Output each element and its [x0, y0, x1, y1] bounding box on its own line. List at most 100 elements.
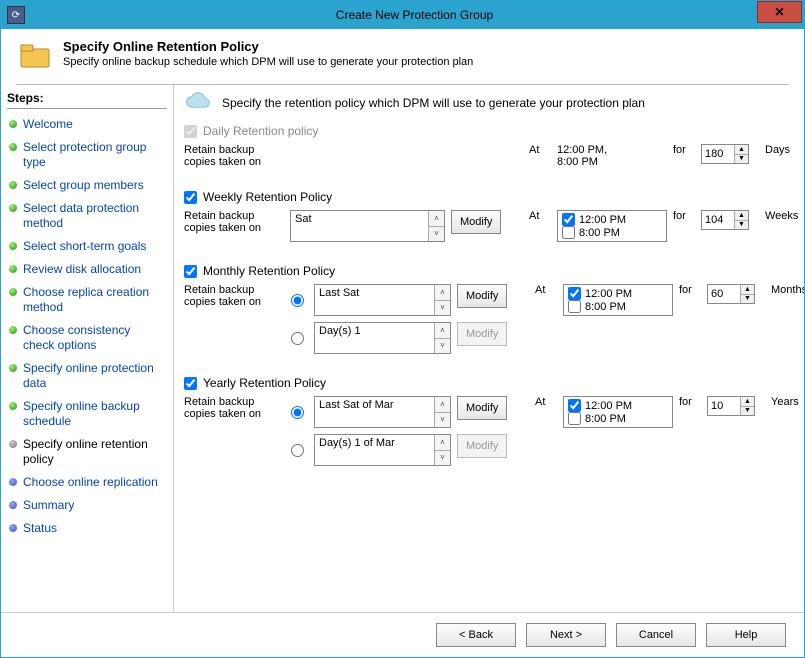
step-label: Specify online protection data	[23, 361, 165, 391]
yearly-value-spinner[interactable]: ▲▼	[707, 396, 755, 416]
daily-retain-label: Retain backup copies taken on	[184, 144, 284, 168]
step-bullet-icon	[9, 120, 17, 128]
step-label: Specify online retention policy	[23, 437, 165, 467]
step-bullet-icon	[9, 204, 17, 212]
weekly-for-label: for	[673, 210, 695, 222]
weekly-value-spinner[interactable]: ▲▼	[701, 210, 749, 230]
daily-for-label: for	[673, 144, 695, 156]
daily-check-row: Daily Retention policy	[184, 124, 790, 138]
daily-checkbox	[184, 125, 197, 138]
weekly-at-label: At	[529, 210, 551, 222]
sidebar-step-2[interactable]: Select group members	[7, 174, 167, 197]
yearly-modify-button-2: Modify	[457, 434, 507, 458]
weekly-retain-label: Retain backup copies taken on	[184, 210, 284, 234]
daily-value-spinner[interactable]: ▲▼	[701, 144, 749, 164]
monthly-time1-check[interactable]	[568, 287, 581, 300]
monthly-row1: Retain backup copies taken on Last Sat ˄…	[184, 284, 790, 316]
monthly-value-spinner[interactable]: ▲▼	[707, 284, 755, 304]
weekly-time2-check[interactable]	[562, 226, 575, 239]
step-label: Select data protection method	[23, 201, 165, 231]
monthly-modify-button-2: Modify	[457, 322, 507, 346]
monthly-times: 12:00 PM 8:00 PM	[563, 284, 673, 316]
app-icon: ⟳	[7, 6, 25, 24]
yearly-row2: Day(s) 1 of Mar ˄˅ Modify	[184, 434, 790, 466]
sidebar-step-3[interactable]: Select data protection method	[7, 197, 167, 235]
monthly-radio-1[interactable]	[291, 294, 304, 307]
yearly-row1: Retain backup copies taken on Last Sat o…	[184, 396, 790, 428]
help-button[interactable]: Help	[706, 623, 786, 647]
monthly-radio-2[interactable]	[291, 332, 304, 345]
yearly-check-label: Yearly Retention Policy	[203, 376, 326, 390]
spin-down-icon[interactable]: ▼	[735, 155, 748, 164]
monthly-select-2[interactable]: Day(s) 1 ˄˅	[314, 322, 451, 354]
step-bullet-icon	[9, 326, 17, 334]
weekly-time1-check[interactable]	[562, 213, 575, 226]
step-bullet-icon	[9, 364, 17, 372]
daily-row: Retain backup copies taken on At 12:00 P…	[184, 144, 790, 168]
sidebar-step-9[interactable]: Specify online backup schedule	[7, 395, 167, 433]
header: Specify Online Retention Policy Specify …	[1, 29, 804, 80]
step-label: Choose replica creation method	[23, 285, 165, 315]
weekly-checkbox[interactable]	[184, 191, 197, 204]
monthly-check-row: Monthly Retention Policy	[184, 264, 790, 278]
sidebar-step-8[interactable]: Specify online protection data	[7, 357, 167, 395]
titlebar: ⟳ Create New Protection Group ✕	[1, 1, 804, 29]
weekly-value-input[interactable]	[702, 211, 734, 229]
yearly-checkbox[interactable]	[184, 377, 197, 390]
window-title: Create New Protection Group	[25, 8, 804, 22]
sidebar-step-11[interactable]: Choose online replication	[7, 471, 167, 494]
sidebar-step-1[interactable]: Select protection group type	[7, 136, 167, 174]
monthly-time2-check[interactable]	[568, 300, 581, 313]
cancel-button[interactable]: Cancel	[616, 623, 696, 647]
chevron-up-icon[interactable]: ˄	[429, 211, 444, 227]
monthly-modify-button-1[interactable]: Modify	[457, 284, 507, 308]
yearly-value-input[interactable]	[708, 397, 740, 415]
monthly-row2: Day(s) 1 ˄˅ Modify	[184, 322, 790, 354]
next-button[interactable]: Next >	[526, 623, 606, 647]
step-label: Status	[23, 521, 57, 536]
wizard-window: ⟳ Create New Protection Group ✕ Specify …	[0, 0, 805, 658]
step-bullet-icon	[9, 288, 17, 296]
yearly-radio-1[interactable]	[291, 406, 304, 419]
sidebar-step-6[interactable]: Choose replica creation method	[7, 281, 167, 319]
close-button[interactable]: ✕	[757, 1, 802, 23]
step-bullet-icon	[9, 501, 17, 509]
weekly-times: 12:00 PM 8:00 PM	[557, 210, 667, 242]
spin-up-icon[interactable]: ▲	[735, 145, 748, 155]
sidebar-step-4[interactable]: Select short-term goals	[7, 235, 167, 258]
weekly-select-value: Sat	[291, 211, 428, 241]
folder-icon	[19, 39, 51, 74]
step-label: Specify online backup schedule	[23, 399, 165, 429]
back-button[interactable]: < Back	[436, 623, 516, 647]
daily-value-input[interactable]	[702, 145, 734, 163]
step-bullet-icon	[9, 440, 17, 448]
monthly-select-1[interactable]: Last Sat ˄˅	[314, 284, 451, 316]
cloud-icon	[184, 91, 212, 114]
yearly-times: 12:00 PM 8:00 PM	[563, 396, 673, 428]
yearly-select-2[interactable]: Day(s) 1 of Mar ˄˅	[314, 434, 451, 466]
sidebar-step-5[interactable]: Review disk allocation	[7, 258, 167, 281]
sidebar-step-13[interactable]: Status	[7, 517, 167, 540]
page-title: Specify Online Retention Policy	[63, 39, 473, 54]
step-bullet-icon	[9, 181, 17, 189]
weekly-select[interactable]: Sat ˄˅	[290, 210, 445, 242]
step-label: Select short-term goals	[23, 239, 146, 254]
monthly-checkbox[interactable]	[184, 265, 197, 278]
monthly-check-label: Monthly Retention Policy	[203, 264, 335, 278]
sidebar-step-7[interactable]: Choose consistency check options	[7, 319, 167, 357]
step-bullet-icon	[9, 143, 17, 151]
yearly-radio-2[interactable]	[291, 444, 304, 457]
yearly-select-1[interactable]: Last Sat of Mar ˄˅	[314, 396, 451, 428]
sidebar-step-12[interactable]: Summary	[7, 494, 167, 517]
yearly-modify-button-1[interactable]: Modify	[457, 396, 507, 420]
yearly-time2-check[interactable]	[568, 412, 581, 425]
yearly-time1-check[interactable]	[568, 399, 581, 412]
monthly-value-input[interactable]	[708, 285, 740, 303]
steps-sidebar: Steps: WelcomeSelect protection group ty…	[1, 85, 173, 612]
sidebar-step-0[interactable]: Welcome	[7, 113, 167, 136]
step-label: Review disk allocation	[23, 262, 141, 277]
step-bullet-icon	[9, 265, 17, 273]
weekly-modify-button[interactable]: Modify	[451, 210, 501, 234]
step-label: Choose consistency check options	[23, 323, 165, 353]
chevron-down-icon[interactable]: ˅	[429, 227, 444, 242]
